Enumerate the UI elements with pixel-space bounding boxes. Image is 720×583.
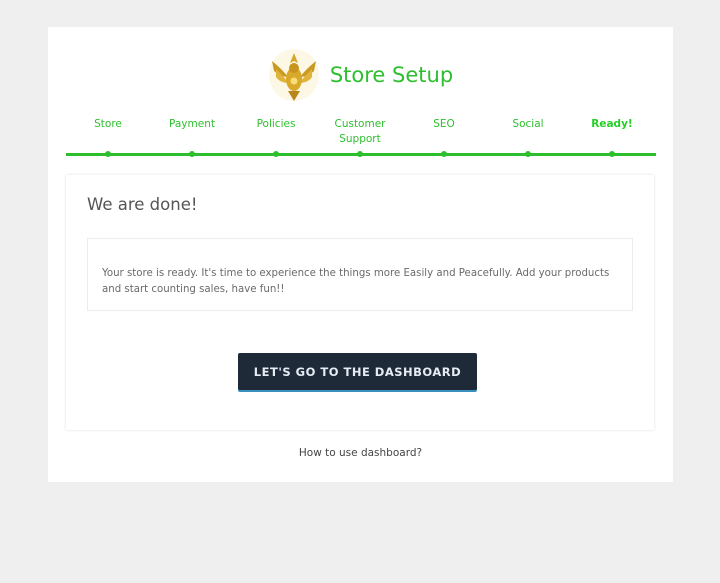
step-dot bbox=[189, 151, 195, 157]
step-dot bbox=[441, 151, 447, 157]
step-seo[interactable]: SEO bbox=[402, 117, 486, 132]
step-dot bbox=[609, 151, 615, 157]
page-title: Store Setup bbox=[329, 63, 454, 87]
step-label: Payment bbox=[169, 118, 215, 130]
step-payment[interactable]: Payment bbox=[150, 117, 234, 132]
step-label: Social bbox=[512, 118, 544, 130]
step-dot bbox=[105, 151, 111, 157]
step-dot bbox=[273, 151, 279, 157]
step-label: Customer Support bbox=[334, 118, 386, 145]
step-label: SEO bbox=[433, 118, 455, 130]
step-ready[interactable]: Ready! bbox=[570, 117, 654, 132]
setup-header: Store Setup bbox=[48, 45, 673, 105]
step-social[interactable]: Social bbox=[486, 117, 570, 132]
how-to-use-dashboard-link[interactable]: How to use dashboard? bbox=[48, 447, 673, 459]
phoenix-emblem-icon bbox=[268, 49, 319, 101]
step-customer-support[interactable]: Customer Support bbox=[318, 117, 402, 147]
panel-heading: We are done! bbox=[87, 195, 198, 214]
step-policies[interactable]: Policies bbox=[234, 117, 318, 132]
message-box: Your store is ready. It's time to experi… bbox=[87, 238, 633, 311]
setup-card: Store Setup Store Payment Policies Custo… bbox=[48, 27, 673, 482]
step-label: Policies bbox=[256, 118, 296, 130]
step-dot bbox=[357, 151, 363, 157]
step-label: Ready! bbox=[591, 118, 633, 130]
step-label: Store bbox=[94, 118, 122, 130]
setup-steps: Store Payment Policies Customer Support … bbox=[66, 115, 656, 161]
step-store[interactable]: Store bbox=[66, 117, 150, 132]
go-to-dashboard-button[interactable]: LET'S GO TO THE DASHBOARD bbox=[238, 353, 477, 390]
completion-panel: We are done! Your store is ready. It's t… bbox=[66, 175, 654, 430]
step-dot bbox=[525, 151, 531, 157]
completion-message: Your store is ready. It's time to experi… bbox=[102, 268, 610, 295]
